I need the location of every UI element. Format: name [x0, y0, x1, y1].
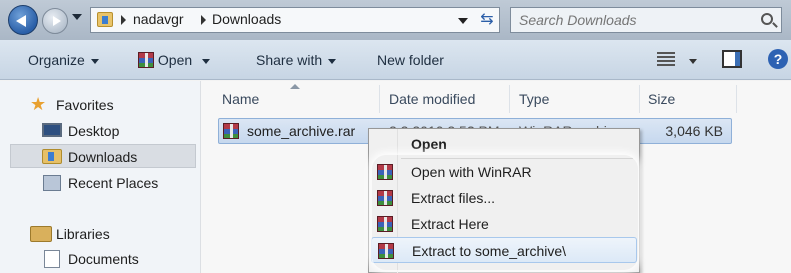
nav-item-label: Recent Places — [68, 175, 159, 191]
organize-label: Organize — [28, 52, 85, 68]
open-label: Open — [157, 52, 193, 68]
open-button[interactable]: Open — [138, 52, 211, 68]
address-dropdown-icon[interactable] — [458, 18, 468, 24]
desktop-icon — [42, 123, 62, 137]
command-toolbar: Organize Open Share with New folder ? — [0, 40, 791, 80]
nav-item-label: Desktop — [68, 123, 120, 139]
winrar-archive-icon — [377, 216, 393, 232]
column-header-type[interactable]: Type — [519, 91, 549, 107]
menu-item-label: Extract to some_archive\ — [412, 243, 567, 259]
help-icon[interactable]: ? — [768, 49, 788, 69]
chevron-down-icon — [328, 58, 337, 64]
libraries-icon — [30, 226, 52, 242]
file-name[interactable]: some_archive.rar — [247, 123, 355, 139]
nav-item-libraries[interactable]: Libraries — [14, 222, 196, 246]
winrar-archive-icon — [138, 52, 154, 68]
back-arrow-icon[interactable] — [8, 5, 38, 35]
column-header-size[interactable]: Size — [648, 91, 675, 107]
nav-item-label: Downloads — [68, 149, 138, 165]
menu-item-label: Extract files... — [411, 190, 496, 206]
menu-item-extract-files[interactable]: Extract files... — [371, 185, 637, 211]
new-folder-button[interactable]: New folder — [377, 52, 444, 68]
nav-item-desktop[interactable]: Desktop — [14, 119, 196, 143]
column-divider[interactable] — [639, 85, 640, 113]
nav-item-documents[interactable]: Documents — [14, 247, 196, 271]
share-with-button[interactable]: Share with — [256, 52, 337, 68]
breadcrumb-downloads[interactable]: Downloads — [212, 11, 281, 27]
chevron-down-icon — [202, 58, 211, 64]
search-icon[interactable] — [761, 13, 773, 25]
search-input[interactable] — [511, 8, 741, 32]
column-header-date-modified[interactable]: Date modified — [389, 91, 475, 107]
nav-item-recent-places[interactable]: Recent Places — [14, 171, 196, 195]
documents-icon — [44, 250, 60, 268]
explorer-window: nadavgr Downloads ⇆ Organize Open Share … — [0, 0, 791, 273]
address-row: nadavgr Downloads ⇆ — [0, 0, 791, 40]
winrar-archive-icon — [223, 123, 239, 139]
refresh-icon[interactable]: ⇆ — [477, 10, 497, 30]
column-divider[interactable] — [736, 85, 737, 113]
winrar-archive-icon — [378, 243, 394, 259]
menu-item-open[interactable]: Open — [371, 131, 637, 157]
menu-item-label: Open — [411, 136, 447, 152]
menu-item-open-with-winrar[interactable]: Open with WinRAR — [371, 159, 637, 185]
view-dropdown-icon[interactable] — [689, 59, 697, 64]
file-size: 3,046 KB — [665, 123, 723, 139]
recent-pages-dropdown-icon[interactable] — [72, 14, 82, 20]
menu-item-label: Extract Here — [411, 216, 489, 232]
chevron-right-icon[interactable] — [201, 15, 206, 25]
recent-places-icon — [43, 175, 61, 191]
column-header-name[interactable]: Name — [222, 91, 259, 107]
chevron-right-icon[interactable] — [121, 15, 126, 25]
winrar-archive-icon — [377, 190, 393, 206]
chevron-down-icon — [90, 58, 99, 64]
search-box[interactable] — [510, 7, 782, 33]
change-view-icon[interactable] — [657, 52, 675, 66]
new-folder-label: New folder — [377, 52, 444, 68]
nav-item-downloads[interactable]: Downloads — [10, 144, 196, 168]
nav-item-label: Documents — [68, 251, 139, 267]
menu-item-label: Open with WinRAR — [411, 164, 532, 180]
forward-arrow-icon[interactable] — [42, 8, 68, 34]
organize-button[interactable]: Organize — [28, 52, 99, 68]
breadcrumb-user[interactable]: nadavgr — [133, 11, 184, 27]
share-with-label: Share with — [256, 52, 323, 68]
nav-item-label: Favorites — [56, 97, 114, 113]
context-menu: Open Open with WinRAR Extract files... E… — [368, 128, 640, 273]
address-bar[interactable]: nadavgr Downloads ⇆ — [90, 7, 500, 33]
nav-item-label: Libraries — [56, 226, 110, 242]
folder-icon — [97, 12, 113, 27]
menu-item-extract-here[interactable]: Extract Here — [371, 211, 637, 237]
preview-pane-icon[interactable] — [722, 50, 742, 68]
sort-ascending-icon — [290, 84, 300, 89]
star-icon: ★ — [30, 94, 47, 114]
downloads-folder-icon — [42, 149, 62, 164]
nav-item-favorites[interactable]: ★ Favorites — [14, 93, 196, 117]
column-divider[interactable] — [379, 85, 380, 113]
winrar-archive-icon — [377, 164, 393, 180]
navigation-pane: ★ Favorites Desktop Downloads Recent Pla… — [0, 81, 200, 273]
menu-item-extract-to-folder[interactable]: Extract to some_archive\ — [371, 237, 637, 263]
column-divider[interactable] — [509, 85, 510, 113]
